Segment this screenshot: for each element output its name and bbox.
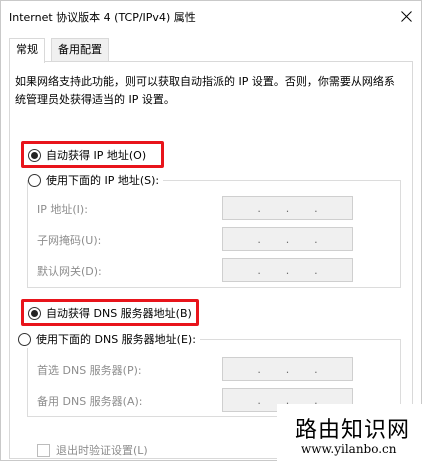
watermark: 路由知识网 www.yilanbo.cn [277,404,422,461]
validate-on-exit-checkbox[interactable]: 退出时验证设置(L) [37,442,148,458]
radio-label-auto-dns: 自动获得 DNS 服务器地址(B) [46,307,192,320]
subnet-mask-input[interactable]: ... [222,227,353,251]
checkbox-indicator[interactable] [37,443,50,457]
radio-indicator-manual-ip[interactable] [28,173,41,187]
tcpip-properties-dialog: Internet 协议版本 4 (TCP/IPv4) 属性 常规 备用配置 如果… [0,0,422,461]
radio-indicator-auto-dns[interactable] [28,306,41,320]
preferred-dns-input[interactable]: ... [222,357,353,381]
radio-label-manual-ip: 使用下面的 IP 地址(S): [46,174,160,187]
tab-alternate-configuration[interactable]: 备用配置 [51,38,109,62]
radio-auto-dns[interactable]: 自动获得 DNS 服务器地址(B) [28,304,192,322]
radio-label-auto-ip: 自动获得 IP 地址(O) [46,149,147,162]
radio-auto-ip[interactable]: 自动获得 IP 地址(O) [28,146,146,164]
default-gateway-label: 默认网关(D): [37,265,102,278]
watermark-url: www.yilanbo.cn [301,442,397,456]
tab-general[interactable]: 常规 [9,38,45,63]
close-button[interactable] [391,1,421,31]
window-title: Internet 协议版本 4 (TCP/IPv4) 属性 [9,11,196,24]
radio-manual-dns[interactable]: 使用下面的 DNS 服务器地址(E): [18,330,200,348]
radio-indicator-auto-ip[interactable] [28,148,41,162]
default-gateway-input[interactable]: ... [222,258,353,282]
title-bar: Internet 协议版本 4 (TCP/IPv4) 属性 [1,1,421,31]
ip-address-input[interactable]: ... [222,196,353,220]
alternate-dns-label: 备用 DNS 服务器(A): [37,395,143,408]
subnet-mask-label: 子网掩码(U): [37,234,102,247]
radio-manual-ip[interactable]: 使用下面的 IP 地址(S): [28,171,164,189]
description-text: 如果网络支持此功能，则可以获取自动指派的 IP 设置。否则，你需要从网络系统管理… [15,75,395,106]
radio-label-manual-dns: 使用下面的 DNS 服务器地址(E): [36,333,196,346]
radio-indicator-manual-dns[interactable] [18,332,31,346]
validate-on-exit-label: 退出时验证设置(L) [56,444,148,457]
ip-address-label: IP 地址(I): [37,203,88,216]
close-icon [400,10,412,22]
preferred-dns-label: 首选 DNS 服务器(P): [37,364,142,377]
watermark-title: 路由知识网 [295,418,411,443]
